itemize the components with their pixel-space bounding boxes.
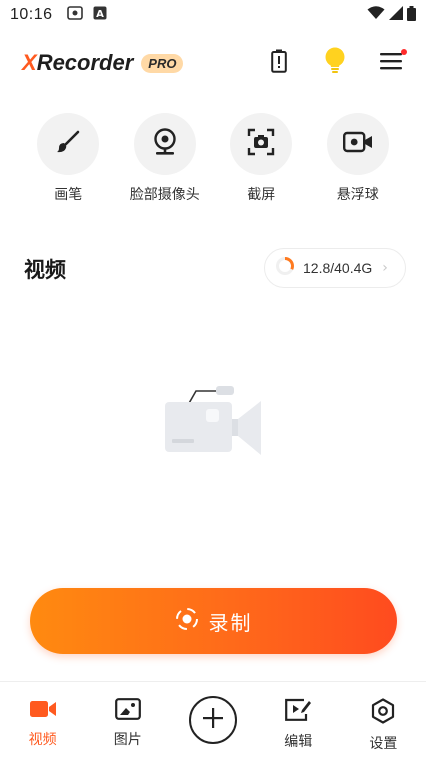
bulb-icon bbox=[324, 47, 346, 79]
signal-icon bbox=[389, 6, 403, 24]
video-icon bbox=[29, 698, 57, 724]
app-header: X Recorder PRO bbox=[0, 40, 426, 86]
add-icon bbox=[201, 706, 225, 734]
storage-text: 12.8/40.4G bbox=[303, 260, 373, 276]
tool-floating-ball-circle[interactable] bbox=[326, 113, 389, 175]
record-label: 录制 bbox=[208, 610, 253, 635]
tool-floating-ball-label: 悬浮球 bbox=[336, 187, 379, 203]
status-right-icons bbox=[367, 5, 416, 25]
nav-settings-label: 设置 bbox=[369, 736, 398, 752]
menu-icon bbox=[380, 52, 402, 74]
tool-webcam-circle[interactable] bbox=[133, 113, 196, 175]
wifi-icon bbox=[367, 6, 385, 24]
nav-settings[interactable]: 设置 bbox=[341, 682, 426, 753]
tool-screenshot[interactable]: 截屏 bbox=[213, 113, 310, 204]
webcam-icon bbox=[152, 128, 178, 160]
nav-edit[interactable]: 编辑 bbox=[256, 682, 341, 751]
tool-brush-label: 画笔 bbox=[54, 187, 83, 203]
logo-text: Recorder bbox=[36, 50, 134, 75]
settings-icon bbox=[371, 698, 395, 728]
notification-dot bbox=[401, 49, 407, 55]
nav-video[interactable]: 视频 bbox=[0, 682, 85, 749]
record-button[interactable]: 录制 bbox=[30, 588, 397, 654]
battery-icon bbox=[407, 5, 416, 25]
svg-text:A: A bbox=[96, 9, 104, 20]
nav-images-label: 图片 bbox=[113, 732, 142, 748]
a-icon: A bbox=[93, 6, 107, 24]
tools-row: 画笔 脸部摄像头 截屏 悬浮球 bbox=[0, 113, 426, 204]
floating-ball-icon bbox=[342, 130, 373, 158]
status-time: 10:16 bbox=[10, 6, 53, 23]
video-camera-empty-icon bbox=[160, 383, 266, 459]
app-logo: X Recorder PRO bbox=[22, 50, 184, 76]
menu-button[interactable] bbox=[378, 49, 407, 76]
storage-pill[interactable]: 12.8/40.4G › bbox=[264, 248, 406, 288]
nav-video-label: 视频 bbox=[28, 732, 57, 748]
tool-webcam-label: 脸部摄像头 bbox=[129, 187, 200, 203]
tool-brush-circle[interactable] bbox=[37, 113, 100, 175]
image-icon bbox=[114, 698, 141, 724]
tips-button[interactable] bbox=[322, 47, 348, 79]
nav-images[interactable]: 图片 bbox=[85, 682, 170, 749]
nav-edit-label: 编辑 bbox=[284, 734, 313, 750]
tool-floating-ball[interactable]: 悬浮球 bbox=[310, 113, 407, 204]
pro-badge[interactable]: PRO bbox=[141, 53, 184, 73]
logo-x: X bbox=[22, 50, 37, 75]
tool-screenshot-circle[interactable] bbox=[230, 113, 293, 175]
bottom-nav: 视频 图片 编辑 设置 bbox=[0, 681, 426, 759]
chevron-right-icon: › bbox=[382, 260, 388, 276]
add-button[interactable] bbox=[189, 696, 237, 744]
cast-icon bbox=[66, 6, 83, 24]
video-section-title: 视频 bbox=[24, 258, 66, 282]
tool-webcam[interactable]: 脸部摄像头 bbox=[117, 113, 214, 204]
screenshot-icon bbox=[247, 128, 275, 160]
battery-alert-button[interactable] bbox=[266, 49, 292, 77]
brush-icon bbox=[55, 129, 81, 159]
tool-brush[interactable]: 画笔 bbox=[20, 113, 117, 204]
nav-add[interactable] bbox=[170, 682, 255, 744]
battery-alert-icon bbox=[271, 49, 287, 77]
edit-video-icon bbox=[284, 698, 312, 726]
tool-screenshot-label: 截屏 bbox=[247, 187, 276, 203]
storage-ring-icon bbox=[275, 256, 295, 280]
record-icon bbox=[175, 607, 199, 635]
status-left-icons: A bbox=[66, 6, 107, 24]
status-bar: 10:16 A bbox=[0, 0, 426, 30]
